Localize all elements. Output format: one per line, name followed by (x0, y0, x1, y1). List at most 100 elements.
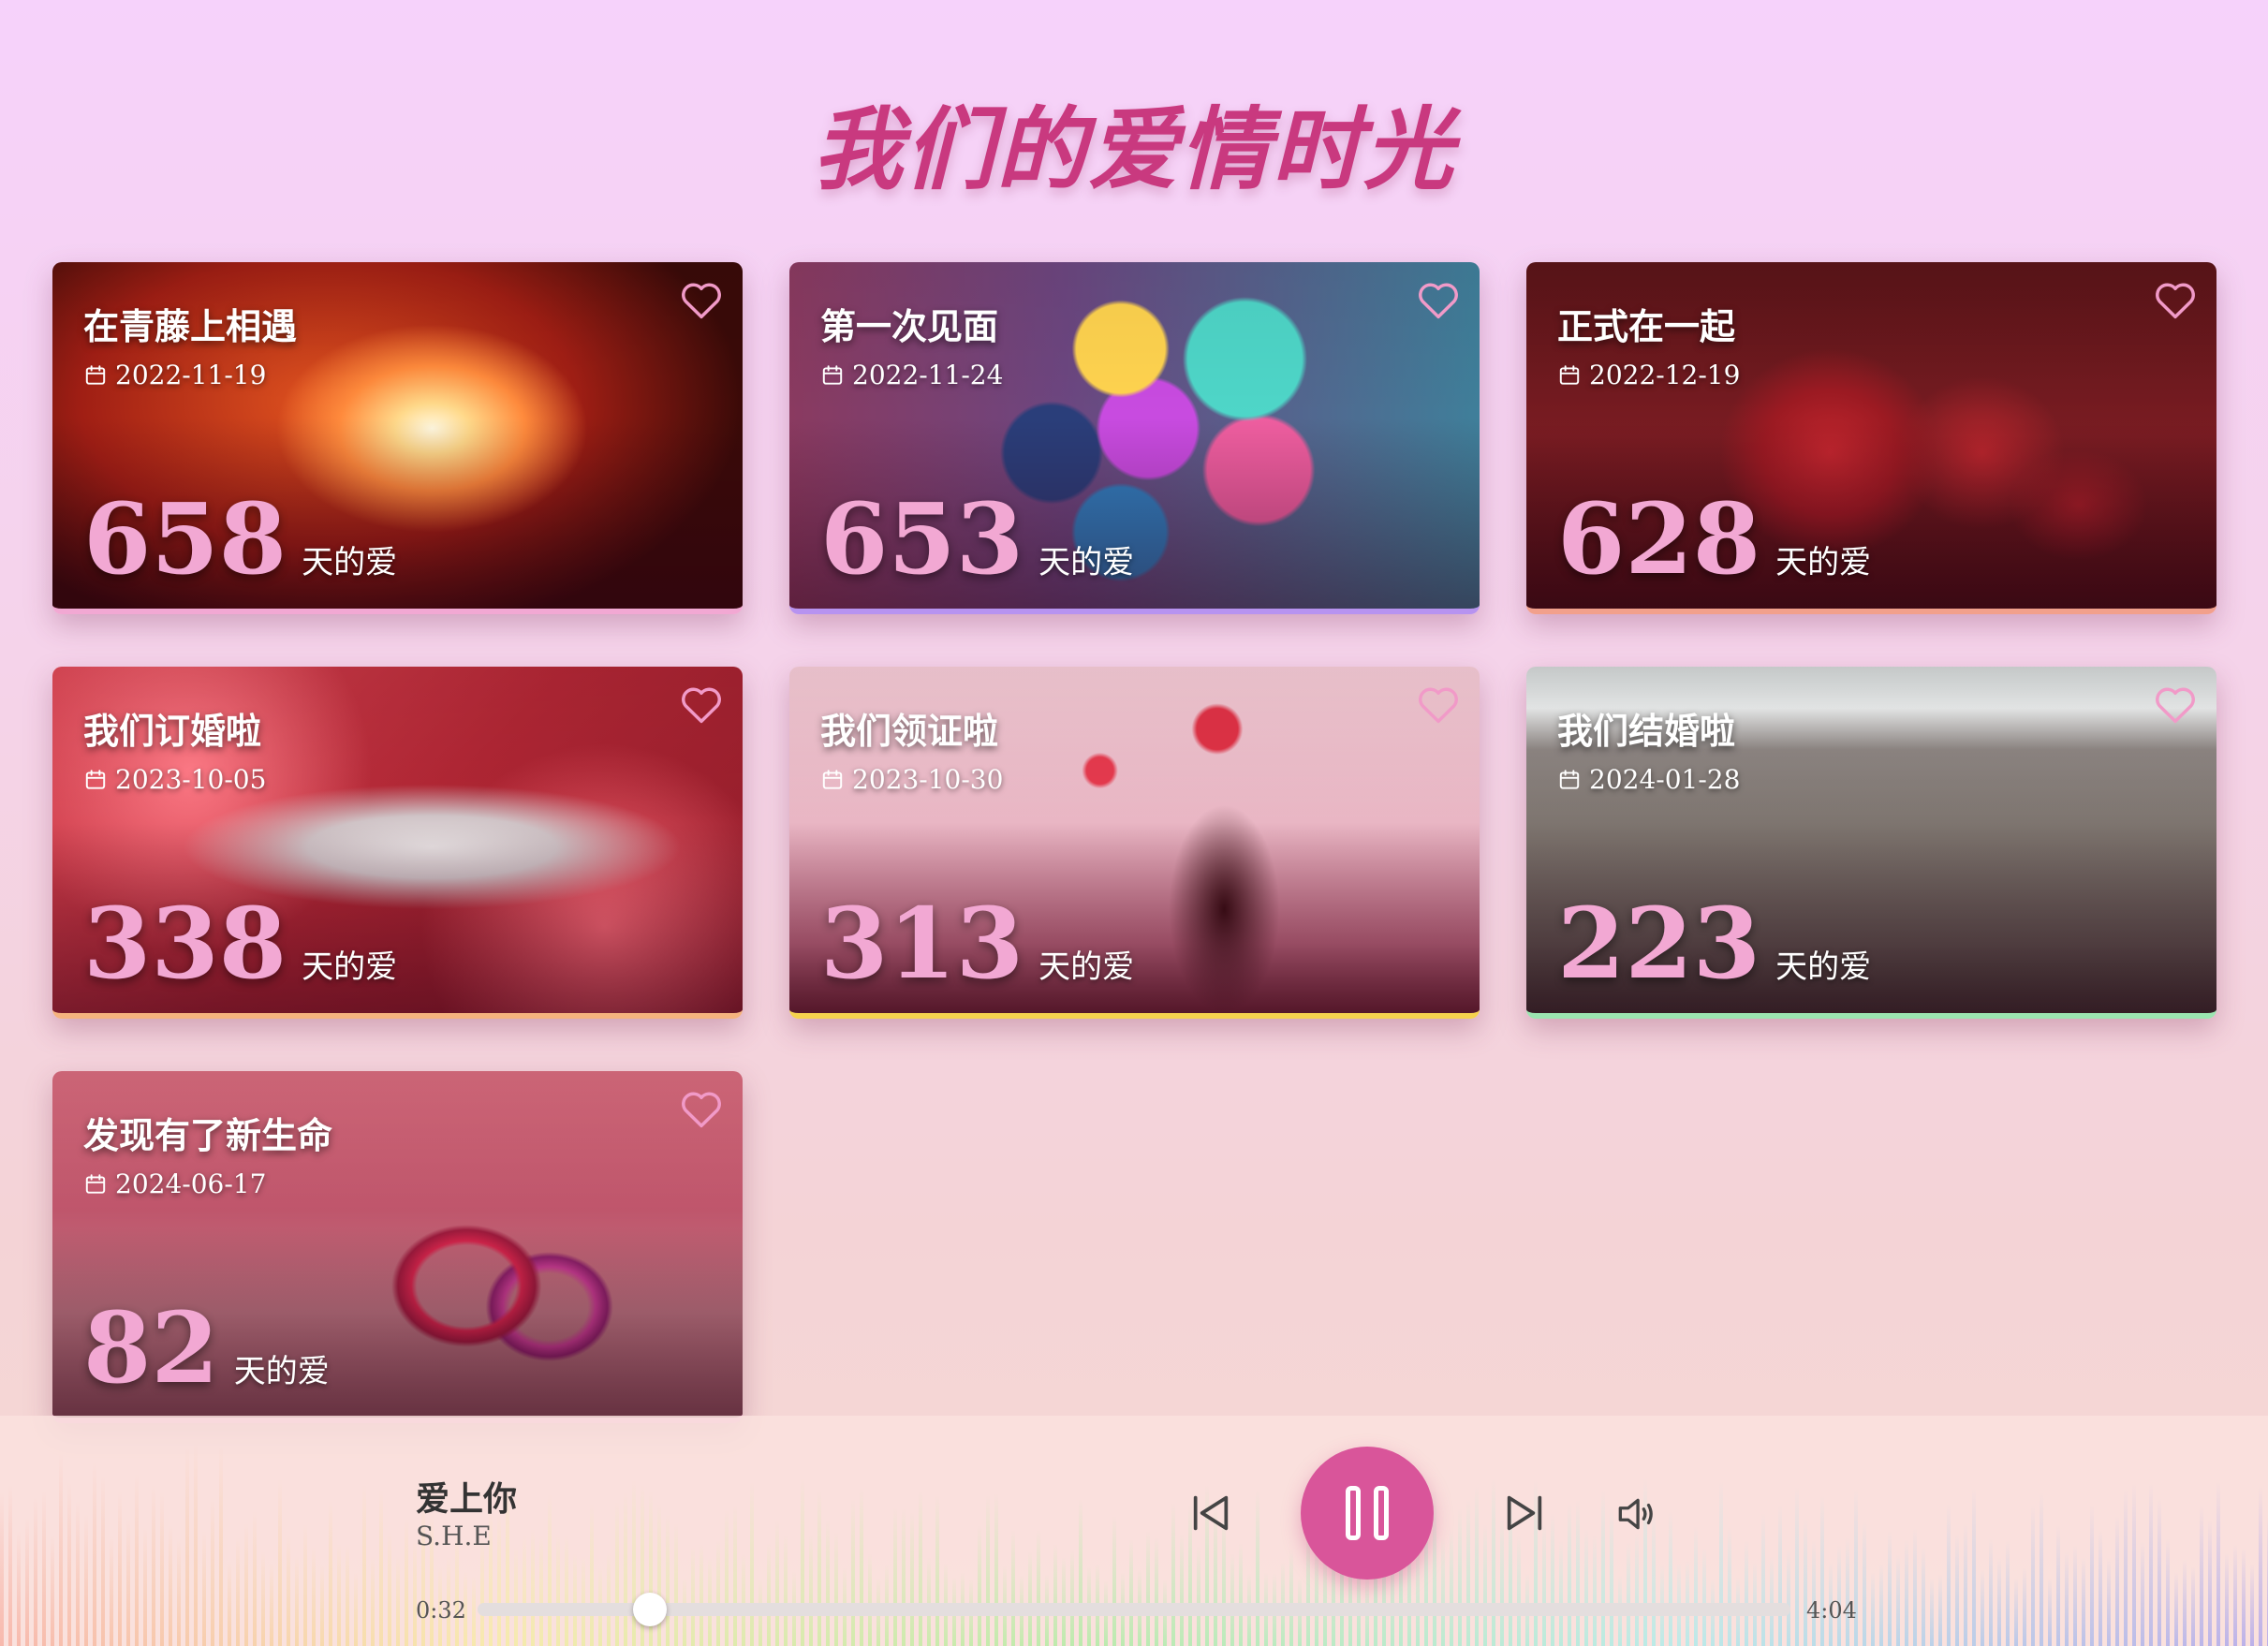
favorite-button[interactable] (2151, 275, 2200, 324)
card-date: 2023-10-05 (115, 764, 267, 795)
days-number: 658 (83, 481, 287, 596)
volume-button[interactable] (1613, 1491, 1659, 1537)
favorite-button[interactable] (1414, 680, 1463, 728)
visualizer-bar (1584, 1528, 1588, 1646)
memory-card[interactable]: 第一次见面 2022-11-24 653 天的爱 (789, 262, 1480, 614)
progress-track[interactable] (478, 1603, 1790, 1616)
progress-knob[interactable] (632, 1593, 667, 1626)
days-unit: 天的爱 (302, 544, 398, 581)
visualizer-bar (801, 1478, 804, 1646)
visualizer-bar (354, 1572, 358, 1646)
calendar-icon (822, 364, 843, 385)
pause-icon-bar-right (1374, 1486, 1389, 1540)
visualizer-bar (169, 1524, 172, 1646)
visualizer-bar (919, 1491, 922, 1646)
visualizer-bar (362, 1485, 366, 1646)
visualizer-bar (2073, 1545, 2077, 1646)
visualizer-bar (666, 1514, 670, 1646)
visualizer-bar (531, 1529, 535, 1646)
memory-card[interactable]: 发现有了新生命 2024-06-17 82 天的爱 (52, 1071, 743, 1423)
visualizer-bar (2040, 1492, 2043, 1646)
visualizer-bar (2006, 1540, 2010, 1646)
visualizer-bar (1812, 1539, 1816, 1646)
visualizer-bar (826, 1520, 830, 1646)
visualizer-bar (1627, 1542, 1630, 1646)
previous-track-button[interactable] (1185, 1487, 1237, 1539)
heart-icon (682, 1092, 721, 1128)
card-date: 2022-11-19 (115, 360, 267, 390)
visualizer-bar (2090, 1505, 2094, 1646)
visualizer-bar (868, 1552, 872, 1646)
song-title: 爱上你 (416, 1479, 518, 1519)
visualizer-bar (101, 1475, 105, 1646)
pause-button[interactable] (1301, 1447, 1434, 1580)
card-title: 我们领证啦 (820, 710, 999, 752)
visualizer-bar (2174, 1571, 2178, 1646)
memory-card[interactable]: 我们领证啦 2023-10-30 313 天的爱 (789, 667, 1480, 1019)
visualizer-bar (607, 1552, 611, 1646)
visualizer-bar (1972, 1487, 1976, 1646)
visualizer-bar (1778, 1504, 1782, 1646)
days-counter: 628 天的爱 (1557, 491, 1871, 588)
visualizer-bar (716, 1539, 720, 1646)
visualizer-bar (1028, 1551, 1032, 1646)
visualizer-bar (1922, 1546, 1925, 1646)
visualizer-bar (1256, 1490, 1259, 1646)
visualizer-bar (118, 1492, 122, 1646)
visualizer-bar (1981, 1569, 1984, 1646)
visualizer-bar (2225, 1551, 2229, 1646)
visualizer-bar (1542, 1522, 1546, 1646)
visualizer-bar (177, 1537, 181, 1646)
visualizer-bar (8, 1485, 12, 1646)
visualizer-bar (25, 1518, 29, 1646)
memory-card[interactable]: 正式在一起 2022-12-19 628 天的爱 (1526, 262, 2216, 614)
days-unit: 天的爱 (1038, 544, 1135, 581)
visualizer-bar (994, 1493, 998, 1646)
visualizer-bar (978, 1524, 981, 1646)
visualizer-bar (1702, 1548, 1706, 1646)
visualizer-bar (194, 1443, 198, 1646)
visualizer-bar (902, 1508, 906, 1646)
visualizer-bar (371, 1555, 375, 1646)
visualizer-bar (2099, 1529, 2102, 1646)
heart-icon (2156, 687, 2195, 724)
next-track-button[interactable] (1498, 1487, 1551, 1539)
card-date: 2024-01-28 (1589, 764, 1741, 795)
card-title: 我们订婚啦 (83, 710, 262, 752)
visualizer-bar (817, 1491, 821, 1646)
visualizer-bar (1079, 1499, 1082, 1646)
pause-icon-bar-left (1346, 1486, 1361, 1540)
visualizer-bar (1896, 1554, 1900, 1646)
days-counter: 653 天的爱 (820, 491, 1134, 588)
card-title: 第一次见面 (820, 305, 999, 347)
visualizer-bar (935, 1494, 939, 1646)
visualizer-bar (1601, 1489, 1605, 1646)
visualizer-bar (582, 1555, 585, 1646)
visualizer-bar (784, 1535, 788, 1646)
visualizer-bar (1230, 1552, 1234, 1646)
visualizer-bar (1466, 1499, 1470, 1646)
visualizer-bar (632, 1480, 636, 1646)
visualizer-bar (312, 1546, 316, 1646)
memory-card[interactable]: 我们订婚啦 2023-10-05 338 天的爱 (52, 667, 743, 1019)
favorite-button[interactable] (2151, 680, 2200, 728)
calendar-icon (1559, 769, 1580, 789)
favorite-button[interactable] (677, 275, 726, 324)
visualizer-bar (1913, 1527, 1917, 1646)
visualizer-bar (202, 1530, 206, 1646)
heart-icon (1419, 283, 1458, 319)
visualizer-bar (219, 1444, 223, 1646)
memory-card[interactable]: 我们结婚啦 2024-01-28 223 天的爱 (1526, 667, 2216, 1019)
visualizer-bar (834, 1532, 838, 1646)
days-counter: 313 天的爱 (820, 895, 1134, 992)
visualizer-bar (236, 1536, 240, 1646)
favorite-button[interactable] (1414, 275, 1463, 324)
visualizer-bar (2124, 1489, 2128, 1646)
skip-forward-icon (1507, 1495, 1542, 1531)
days-counter: 223 天的爱 (1557, 895, 1871, 992)
visualizer-bar (1576, 1499, 1580, 1646)
favorite-button[interactable] (677, 1084, 726, 1133)
memory-card[interactable]: 在青藤上相遇 2022-11-19 658 天的爱 (52, 262, 743, 614)
favorite-button[interactable] (677, 680, 726, 728)
visualizer-bar (2023, 1567, 2026, 1646)
